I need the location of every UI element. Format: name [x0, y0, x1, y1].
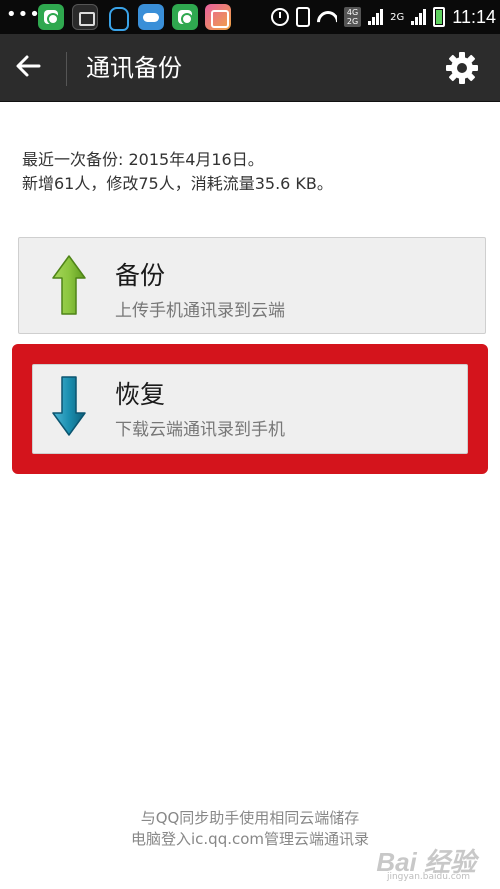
gallery-icon	[205, 4, 231, 30]
status-bar: ••• 4G 2G 2G 11:14	[0, 0, 500, 34]
page-title: 通讯备份	[86, 54, 182, 82]
backup-button[interactable]: 备份 上传手机通讯录到云端	[18, 237, 486, 334]
backup-subtitle: 上传手机通讯录到云端	[115, 301, 285, 321]
restore-subtitle: 下载云端通讯录到手机	[115, 420, 285, 440]
status-icons: 4G 2G 2G 11:14	[270, 0, 496, 34]
more-notifications-icon: •••	[6, 4, 41, 25]
backup-info: 最近一次备份: 2015年4月16日。 新增61人，修改75人，消耗流量35.6…	[22, 148, 333, 196]
app-notification-icon	[172, 4, 198, 30]
back-button[interactable]	[14, 52, 50, 84]
qq-icon	[104, 4, 130, 31]
restore-button[interactable]: 恢复 下载云端通讯录到手机	[32, 364, 468, 454]
alarm-icon	[270, 8, 289, 26]
back-arrow-icon	[16, 55, 41, 77]
footer-line-1: 与QQ同步助手使用相同云端储存	[140, 809, 360, 827]
watermark-url: jingyan.baidu.com	[386, 872, 470, 882]
signal-bars-icon	[368, 9, 384, 25]
download-arrow-icon	[52, 376, 86, 436]
settings-button[interactable]	[444, 50, 480, 86]
restore-title: 恢复	[115, 380, 166, 409]
screenshot-icon	[72, 4, 98, 30]
divider	[66, 52, 67, 86]
app-notification-icon	[38, 4, 64, 30]
wifi-icon	[317, 9, 337, 25]
network-badge: 4G 2G	[343, 7, 362, 27]
battery-icon	[433, 7, 446, 27]
clock: 11:14	[452, 6, 496, 27]
upload-arrow-icon	[52, 255, 86, 315]
vibrate-icon	[295, 7, 310, 27]
cloud-icon	[138, 4, 164, 30]
network-label: 2G	[390, 11, 405, 23]
last-backup-date: 最近一次备份: 2015年4月16日。	[22, 150, 264, 169]
signal-bars-icon	[411, 9, 427, 25]
gear-icon	[446, 52, 478, 84]
action-bar: 通讯备份	[0, 34, 500, 102]
backup-stats: 新增61人，修改75人，消耗流量35.6 KB。	[22, 174, 333, 193]
backup-title: 备份	[115, 261, 166, 290]
